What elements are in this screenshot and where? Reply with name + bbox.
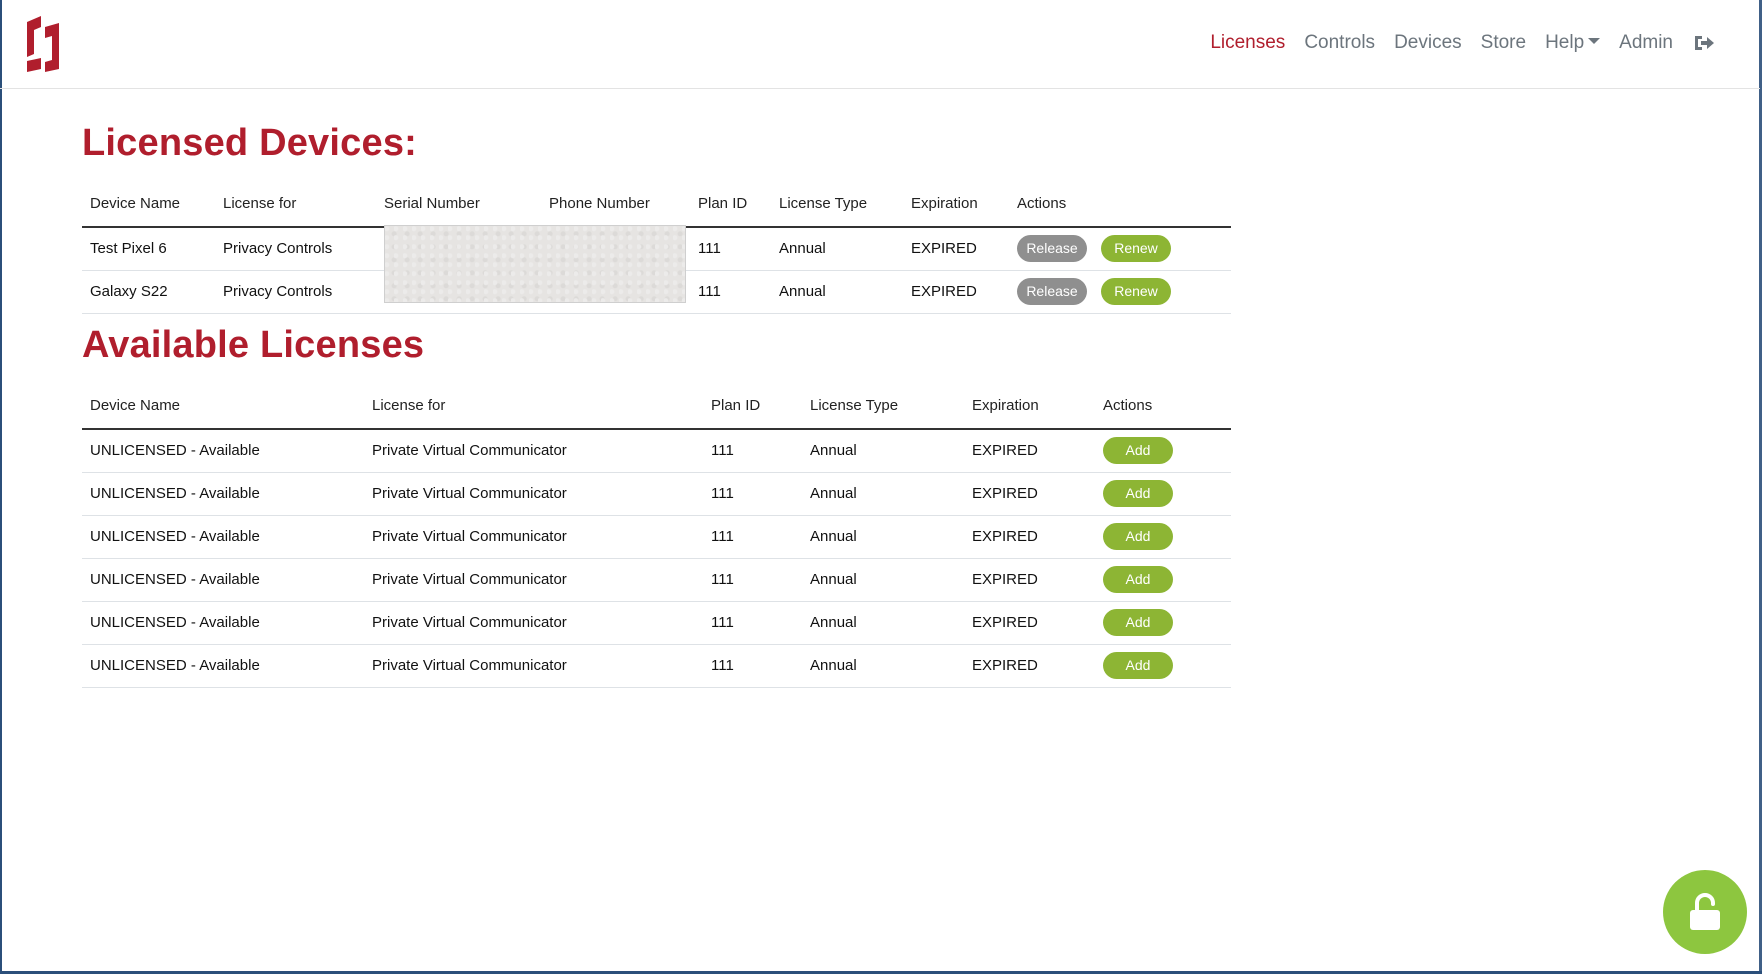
licensed-devices-title: Licensed Devices: <box>82 122 418 164</box>
table-row: UNLICENSED - Available Private Virtual C… <box>82 558 1231 602</box>
expiration-cell: EXPIRED <box>903 227 1009 271</box>
table-row: UNLICENSED - Available Private Virtual C… <box>82 515 1231 559</box>
plan-id-cell: 111 <box>703 472 802 516</box>
license-type-cell: Annual <box>771 227 903 271</box>
unlock-fab-button[interactable] <box>1663 870 1747 954</box>
sign-out-icon[interactable] <box>1693 32 1715 54</box>
plan-id-cell: 111 <box>703 601 802 645</box>
col-device-name: Device Name <box>82 383 364 430</box>
add-button[interactable]: Add <box>1103 523 1173 550</box>
license-for-cell: Private Virtual Communicator <box>364 515 703 559</box>
col-license-type: License Type <box>802 383 964 430</box>
device-name-cell: UNLICENSED - Available <box>82 644 364 688</box>
expiration-cell: EXPIRED <box>964 558 1095 602</box>
license-type-cell: Annual <box>802 515 964 559</box>
license-for-cell: Private Virtual Communicator <box>364 429 703 473</box>
license-type-cell: Annual <box>802 472 964 516</box>
col-device-name: Device Name <box>82 181 215 228</box>
device-name-cell: Test Pixel 6 <box>82 227 215 271</box>
main-nav: Licenses Controls Devices Store Help Adm… <box>1191 28 1715 58</box>
expiration-cell: EXPIRED <box>964 644 1095 688</box>
expiration-cell: EXPIRED <box>903 270 1009 314</box>
table-row: UNLICENSED - Available Private Virtual C… <box>82 601 1231 645</box>
add-button[interactable]: Add <box>1103 652 1173 679</box>
available-licenses-table: Device Name License for Plan ID License … <box>82 383 1231 688</box>
col-license-for: License for <box>215 181 376 228</box>
col-plan-id: Plan ID <box>703 383 802 430</box>
nav-help-label: Help <box>1545 32 1585 53</box>
actions-cell: Add <box>1095 472 1231 516</box>
add-button[interactable]: Add <box>1103 437 1173 465</box>
license-for-cell: Private Virtual Communicator <box>364 558 703 602</box>
col-plan-id: Plan ID <box>690 181 771 228</box>
license-type-cell: Annual <box>771 270 903 314</box>
plan-id-cell: 111 <box>703 515 802 559</box>
col-actions: Actions <box>1095 383 1231 430</box>
table-header-row: Device Name License for Plan ID License … <box>82 383 1231 430</box>
col-serial-number: Serial Number <box>376 181 541 228</box>
add-button[interactable]: Add <box>1103 480 1173 507</box>
table-row: UNLICENSED - Available Private Virtual C… <box>82 644 1231 688</box>
license-type-cell: Annual <box>802 429 964 473</box>
brand-logo-icon[interactable] <box>23 14 63 72</box>
plan-id-cell: 111 <box>703 429 802 473</box>
plan-id-cell: 111 <box>690 227 771 271</box>
plan-id-cell: 111 <box>703 558 802 602</box>
expiration-cell: EXPIRED <box>964 515 1095 559</box>
table-row: UNLICENSED - Available Private Virtual C… <box>82 429 1231 473</box>
unlock-icon <box>1690 893 1720 930</box>
license-for-cell: Private Virtual Communicator <box>364 644 703 688</box>
table-row: UNLICENSED - Available Private Virtual C… <box>82 472 1231 516</box>
nav-admin[interactable]: Admin <box>1619 28 1673 58</box>
col-license-type: License Type <box>771 181 903 228</box>
renew-button[interactable]: Renew <box>1101 278 1171 305</box>
device-name-cell: UNLICENSED - Available <box>82 429 364 473</box>
top-navbar: Licenses Controls Devices Store Help Adm… <box>0 0 1760 89</box>
available-licenses-title: Available Licenses <box>82 324 425 366</box>
expiration-cell: EXPIRED <box>964 429 1095 473</box>
renew-button[interactable]: Renew <box>1101 235 1171 263</box>
redacted-serial-phone-block <box>384 225 686 303</box>
expiration-cell: EXPIRED <box>964 601 1095 645</box>
device-name-cell: Galaxy S22 <box>82 270 215 314</box>
license-for-cell: Private Virtual Communicator <box>364 601 703 645</box>
actions-cell: Add <box>1095 558 1231 602</box>
license-for-cell: Privacy Controls <box>215 270 376 314</box>
license-type-cell: Annual <box>802 558 964 602</box>
nav-store[interactable]: Store <box>1481 28 1526 58</box>
plan-id-cell: 111 <box>703 644 802 688</box>
actions-cell: Add <box>1095 429 1231 473</box>
actions-cell: Add <box>1095 601 1231 645</box>
col-expiration: Expiration <box>903 181 1009 228</box>
nav-help-dropdown[interactable]: Help <box>1545 28 1601 58</box>
actions-cell: Release Renew <box>1009 270 1231 314</box>
expiration-cell: EXPIRED <box>964 472 1095 516</box>
device-name-cell: UNLICENSED - Available <box>82 558 364 602</box>
col-phone-number: Phone Number <box>541 181 690 228</box>
col-license-for: License for <box>364 383 703 430</box>
release-button[interactable]: Release <box>1017 278 1087 305</box>
add-button[interactable]: Add <box>1103 609 1173 636</box>
plan-id-cell: 111 <box>690 270 771 314</box>
actions-cell: Add <box>1095 644 1231 688</box>
license-type-cell: Annual <box>802 644 964 688</box>
caret-down-icon <box>1588 37 1601 44</box>
device-name-cell: UNLICENSED - Available <box>82 515 364 559</box>
actions-cell: Release Renew <box>1009 227 1231 271</box>
license-for-cell: Privacy Controls <box>215 227 376 271</box>
device-name-cell: UNLICENSED - Available <box>82 601 364 645</box>
actions-cell: Add <box>1095 515 1231 559</box>
nav-controls[interactable]: Controls <box>1304 28 1375 58</box>
col-actions: Actions <box>1009 181 1231 228</box>
release-button[interactable]: Release <box>1017 235 1087 263</box>
nav-devices[interactable]: Devices <box>1394 28 1462 58</box>
device-name-cell: UNLICENSED - Available <box>82 472 364 516</box>
table-header-row: Device Name License for Serial Number Ph… <box>82 181 1231 228</box>
col-expiration: Expiration <box>964 383 1095 430</box>
add-button[interactable]: Add <box>1103 566 1173 593</box>
license-type-cell: Annual <box>802 601 964 645</box>
license-for-cell: Private Virtual Communicator <box>364 472 703 516</box>
nav-licenses[interactable]: Licenses <box>1210 28 1285 58</box>
